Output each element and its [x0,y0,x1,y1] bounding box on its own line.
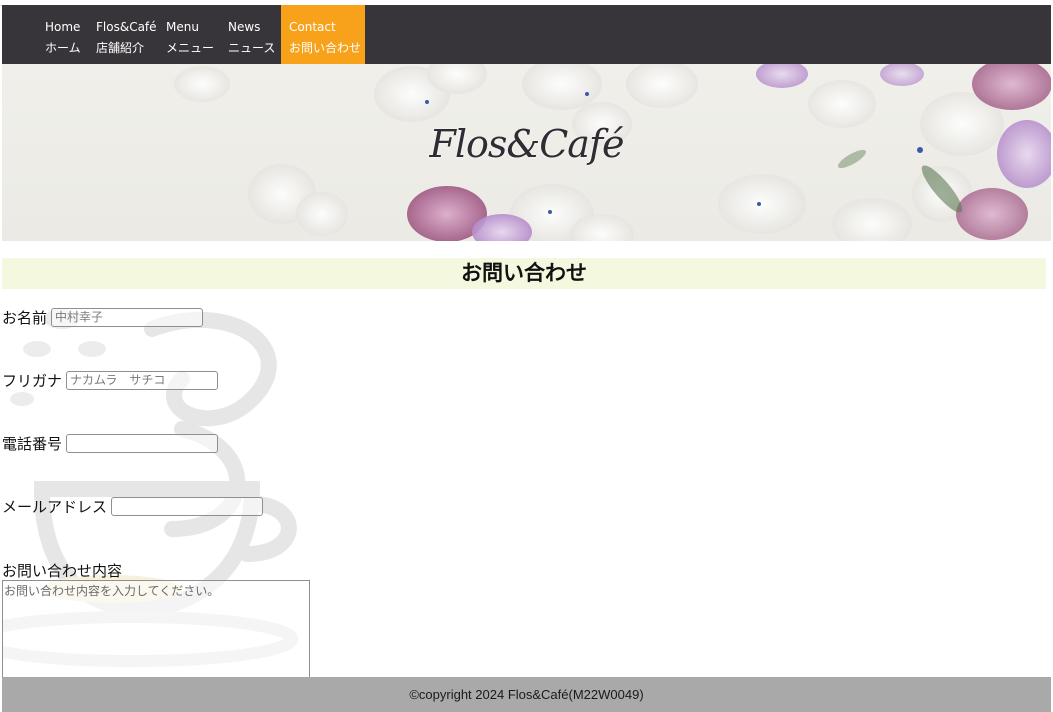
phone-row: 電話番号 [2,432,219,454]
nav-item-label-en: Menu [166,20,199,34]
name-input[interactable] [51,307,204,327]
furigana-label: フリガナ [2,372,63,390]
furigana-input[interactable] [66,370,219,390]
footer-copyright: ©copyright 2024 Flos&Café(M22W0049) [2,677,1051,712]
message-label: お問い合わせ内容 [2,563,123,580]
nav-item-label-en: Home [45,20,81,34]
page-title: お問い合わせ [2,258,1046,289]
email-input[interactable] [111,496,264,516]
nav-item-label-en: Contact [289,20,336,34]
nav-item-home[interactable]: Home ホーム [45,5,81,64]
nav-item-label-jp: メニュー [166,41,215,55]
nav-item-label-jp: ホーム [45,41,81,55]
name-row: お名前 [2,306,204,328]
nav-item-contact[interactable]: Contact お問い合わせ [281,5,365,64]
email-row: メールアドレス [2,495,264,517]
main-nav: Home ホーム Flos&Café 店舗紹介 Menu メニュー News ニ… [2,5,1051,64]
nav-item-store[interactable]: Flos&Café 店舗紹介 [96,5,157,64]
hero-logo: Flos&Café [429,122,624,166]
nav-item-label-jp: ニュース [228,41,276,55]
furigana-row: フリガナ [2,369,219,391]
nav-item-label-en: Flos&Café [96,20,157,34]
nav-item-news[interactable]: News ニュース [228,5,275,64]
message-textarea[interactable] [2,580,310,680]
nav-item-label-jp: お問い合わせ [289,41,362,55]
name-label: お名前 [2,309,48,327]
hero-banner: Flos&Café [2,64,1051,241]
email-label: メールアドレス [2,498,108,516]
nav-item-label-jp: 店舗紹介 [96,41,145,55]
nav-item-menu[interactable]: Menu メニュー [166,5,214,64]
phone-input[interactable] [66,433,219,453]
phone-label: 電話番号 [2,435,63,453]
contact-page: Home ホーム Flos&Café 店舗紹介 Menu メニュー News ニ… [0,0,1053,712]
nav-item-label-en: News [228,20,261,34]
